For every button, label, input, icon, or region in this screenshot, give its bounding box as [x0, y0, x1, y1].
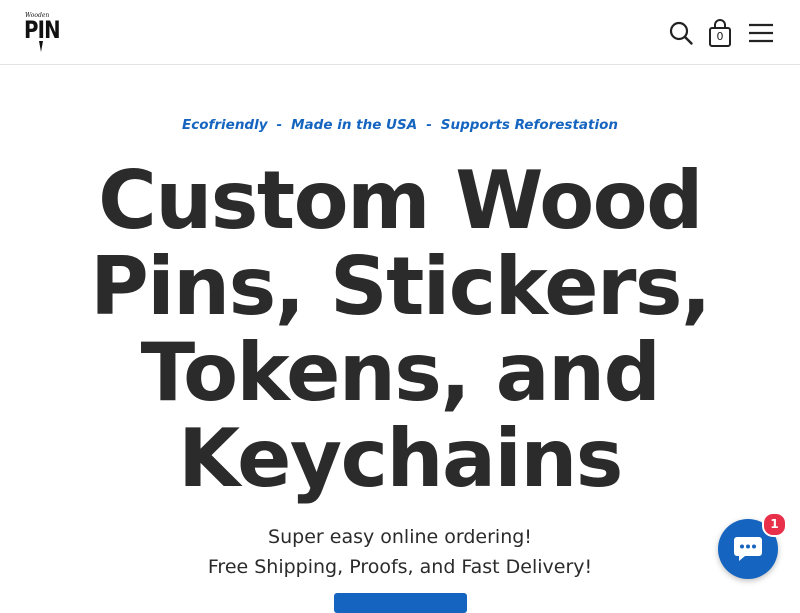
brand-logo[interactable]: Wooden PIN [24, 12, 61, 52]
tagline-separator: - [276, 117, 283, 133]
menu-icon[interactable] [748, 20, 774, 46]
hero-cta-button[interactable] [334, 593, 467, 613]
cart-button[interactable]: 0 [707, 18, 733, 47]
search-icon[interactable] [668, 20, 694, 46]
headline-line: Pins, Stickers, [90, 240, 711, 333]
tagline-made-in-usa: Made in the USA [291, 117, 418, 133]
tagline-reforestation: Supports Reforestation [440, 117, 618, 133]
hero-subtext-shipping: Free Shipping, Proofs, and Fast Delivery… [207, 556, 593, 578]
chat-bubble-icon [734, 537, 762, 561]
tagline-separator: - [426, 117, 432, 133]
hero-headline: Custom Wood Pins, Stickers, Tokens, and … [0, 158, 800, 502]
headline-line: Custom Wood [98, 154, 703, 247]
hero-subtext-ordering: Super easy online ordering! [268, 526, 532, 548]
tagline-ecofriendly: Ecofriendly [182, 117, 268, 133]
headline-line: Tokens, and [140, 326, 661, 419]
hero-tagline: Ecofriendly - Made in the USA - Supports Ref… [0, 117, 800, 133]
headline-line: Keychains [178, 412, 623, 505]
logo-pin-spike [39, 41, 43, 52]
cart-count: 0 [716, 30, 724, 43]
site-header: Wooden PIN 0 [0, 0, 800, 65]
chat-notification-badge: 1 [762, 512, 787, 537]
logo-wordmark: PIN [24, 16, 61, 44]
